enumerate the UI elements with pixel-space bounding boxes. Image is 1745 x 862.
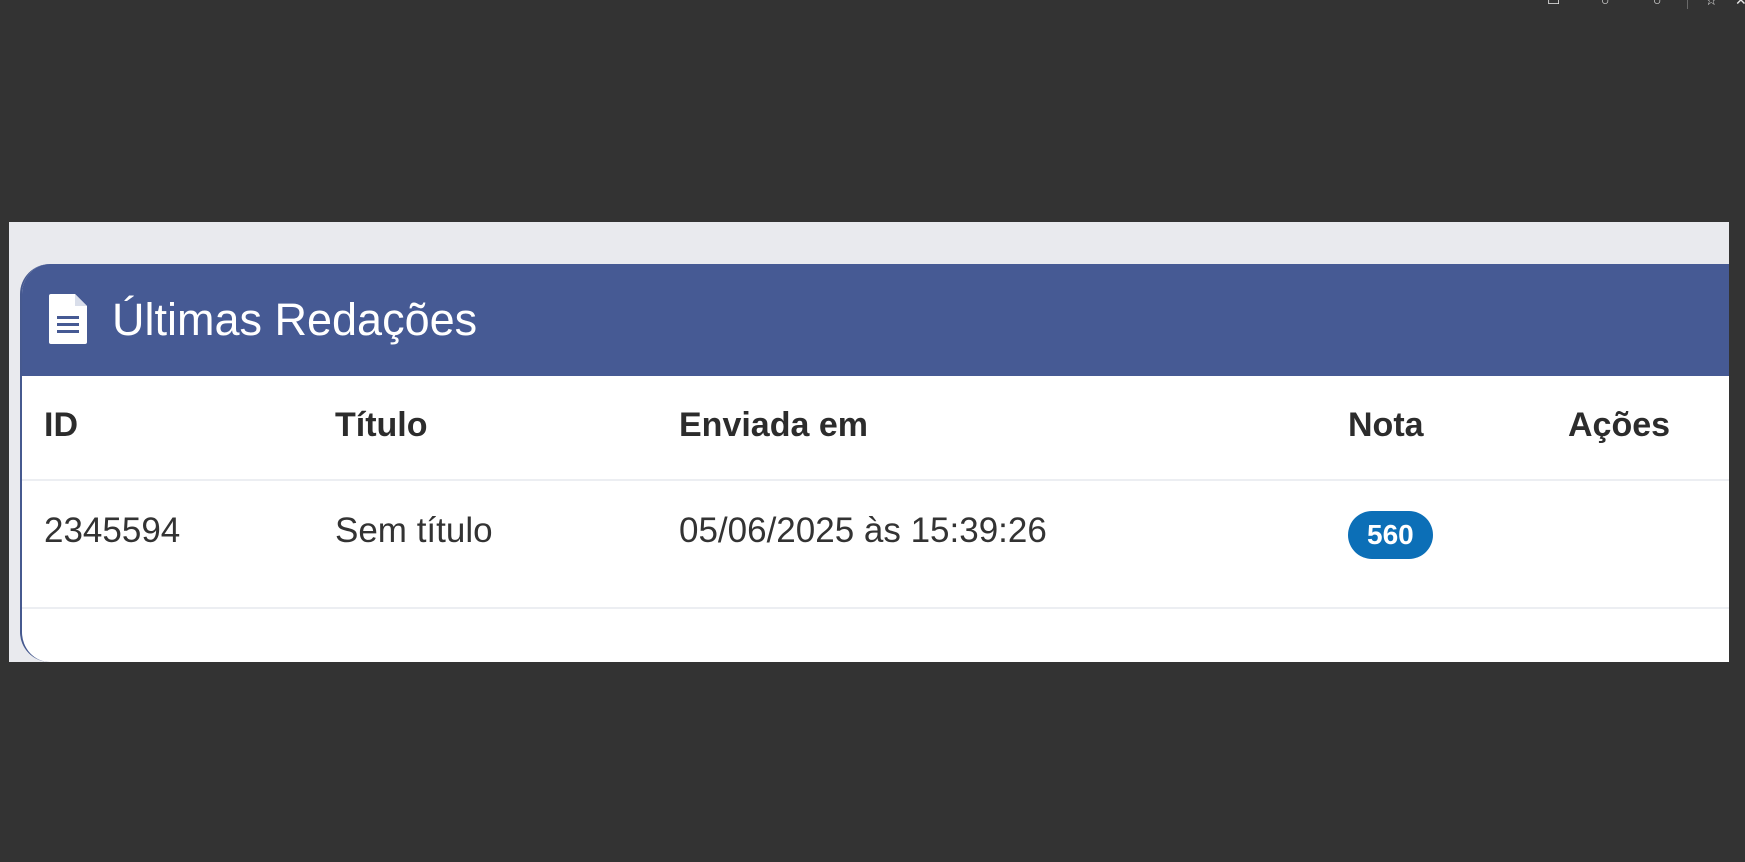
column-header-id: ID: [44, 406, 78, 444]
image-viewer-toolbar: ▭ ○ ○ ☆ ✕: [1505, 0, 1745, 10]
screenshot-image: Últimas Redações ID Título Enviada em No…: [9, 222, 1729, 662]
cell-id: 2345594: [44, 511, 181, 550]
column-header-acoes: Ações: [1568, 406, 1671, 444]
toolbar-separator: [1687, 0, 1688, 9]
card-title: Últimas Redações: [112, 294, 478, 345]
column-header-titulo: Título: [335, 406, 428, 444]
table-header: ID Título Enviada em Nota Ações: [22, 376, 1729, 481]
cell-enviada-em: 05/06/2025 às 15:39:26: [679, 511, 1047, 550]
cell-titulo: Sem título: [335, 511, 493, 550]
essays-table: ID Título Enviada em Nota Ações 2345594 …: [22, 376, 1729, 609]
card-header: Últimas Redações: [22, 264, 1729, 376]
zoom-out-icon[interactable]: ○: [1653, 0, 1667, 6]
close-icon[interactable]: ✕: [1735, 0, 1745, 6]
column-header-enviada-em: Enviada em: [679, 406, 868, 444]
column-header-nota: Nota: [1348, 406, 1424, 444]
table-row[interactable]: 2345594 Sem título 05/06/2025 às 15:39:2…: [22, 481, 1729, 609]
document-icon: [49, 294, 87, 344]
zoom-in-icon[interactable]: ○: [1601, 0, 1615, 6]
star-icon[interactable]: ☆: [1705, 0, 1719, 6]
latest-essays-card: Últimas Redações ID Título Enviada em No…: [20, 264, 1729, 662]
grade-badge: 560: [1348, 511, 1433, 559]
fit-screen-icon[interactable]: ▭: [1547, 0, 1561, 6]
